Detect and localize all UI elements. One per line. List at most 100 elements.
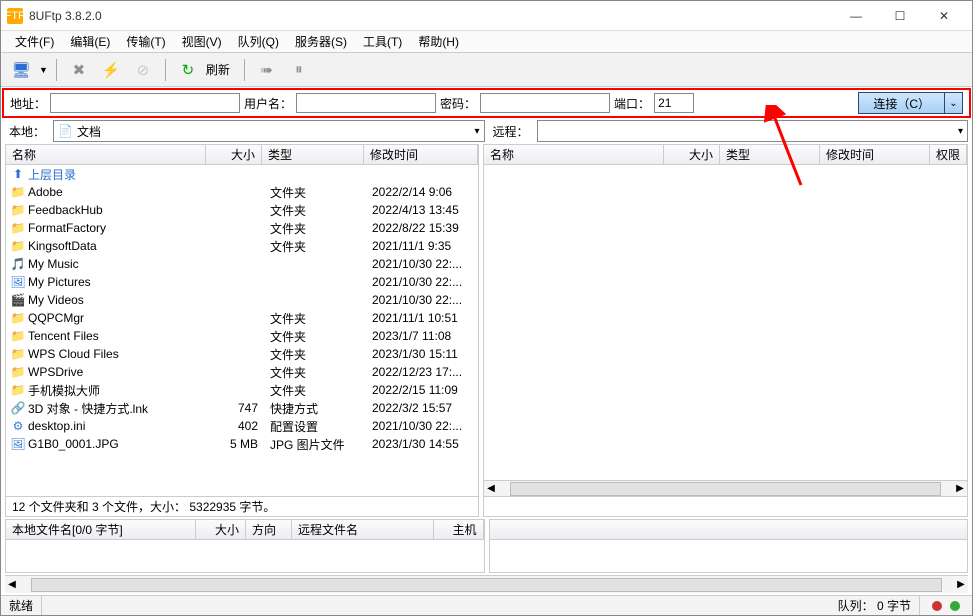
port-input[interactable]	[654, 93, 694, 113]
file-type: 文件夹	[264, 238, 366, 255]
scroll-right-icon[interactable]: ▶	[954, 579, 968, 590]
password-input[interactable]	[480, 93, 610, 113]
menu-edit[interactable]: 编辑(E)	[62, 31, 118, 52]
file-type: 文件夹	[264, 202, 366, 219]
titlebar: FTP 8UFtp 3.8.2.0 — ☐ ✕	[1, 1, 972, 31]
file-name: Tencent Files	[26, 329, 208, 343]
qcol-remotefile[interactable]: 远程文件名	[292, 520, 434, 539]
file-name: My Videos	[26, 293, 208, 307]
file-mod: 2023/1/30 15:11	[366, 347, 478, 361]
connect-button[interactable]: 连接（C）	[858, 92, 945, 114]
col-type[interactable]: 类型	[720, 145, 820, 164]
disconnect-icon[interactable]: ✖	[65, 56, 93, 84]
remote-hscroll[interactable]: ◀ ▶	[484, 480, 967, 496]
menu-queue[interactable]: 队列(Q)	[230, 31, 287, 52]
address-input[interactable]	[50, 93, 240, 113]
maximize-button[interactable]: ☐	[878, 2, 922, 30]
file-row[interactable]: 📁WPS Cloud Files文件夹2023/1/30 15:11	[6, 345, 478, 363]
col-mod[interactable]: 修改时间	[820, 145, 930, 164]
queue-body-right[interactable]	[490, 540, 968, 572]
file-row[interactable]: 🎬My Videos2021/10/30 22:...	[6, 291, 478, 309]
file-row[interactable]: 📁Adobe文件夹2022/2/14 9:06	[6, 183, 478, 201]
refresh-icon[interactable]: ↻	[174, 56, 202, 84]
file-row[interactable]: ⬆上层目录	[6, 165, 478, 183]
menu-help[interactable]: 帮助(H)	[410, 31, 467, 52]
file-row[interactable]: 🔗3D 对象 - 快捷方式.lnk747快捷方式2022/3/2 15:57	[6, 399, 478, 417]
file-icon: 📁	[10, 311, 26, 325]
remote-summary	[484, 496, 967, 516]
col-perm[interactable]: 权限	[930, 145, 967, 164]
file-icon: 📁	[10, 365, 26, 379]
sitemanager-icon[interactable]: 🖥	[7, 56, 35, 84]
col-size[interactable]: 大小	[206, 145, 262, 164]
connect-dropdown[interactable]: ⌄	[945, 92, 963, 114]
file-row[interactable]: 🖼My Pictures2021/10/30 22:...	[6, 273, 478, 291]
remote-site-select[interactable]: ▾	[537, 120, 968, 142]
minimize-button[interactable]: —	[834, 2, 878, 30]
queue-row: 本地文件名[0/0 字节] 大小 方向 远程文件名 主机	[1, 517, 972, 575]
scroll-right-icon[interactable]: ▶	[953, 483, 967, 494]
qcol-dir[interactable]: 方向	[246, 520, 292, 539]
file-name: Adobe	[26, 185, 208, 199]
abort-icon[interactable]: ⊘	[129, 56, 157, 84]
reconnect-icon[interactable]: ⚡	[97, 56, 125, 84]
file-row[interactable]: 📁WPSDrive文件夹2022/12/23 17:...	[6, 363, 478, 381]
menu-view[interactable]: 视图(V)	[174, 31, 230, 52]
file-row[interactable]: 📁Tencent Files文件夹2023/1/7 11:08	[6, 327, 478, 345]
file-row[interactable]: 🎵My Music2021/10/30 22:...	[6, 255, 478, 273]
col-type[interactable]: 类型	[262, 145, 364, 164]
username-label: 用户名：	[244, 95, 292, 112]
file-mod: 2021/10/30 22:...	[366, 257, 478, 271]
file-row[interactable]: 📁FeedbackHub文件夹2022/4/13 13:45	[6, 201, 478, 219]
remote-file-list[interactable]	[484, 165, 967, 480]
qcol-size[interactable]: 大小	[196, 520, 246, 539]
file-size: 402	[208, 419, 264, 433]
file-icon: 📁	[10, 185, 26, 199]
local-file-list[interactable]: ⬆上层目录📁Adobe文件夹2022/2/14 9:06📁FeedbackHub…	[6, 165, 478, 496]
file-name: WPS Cloud Files	[26, 347, 208, 361]
menu-tools[interactable]: 工具(T)	[355, 31, 410, 52]
scroll-track[interactable]	[510, 482, 941, 496]
col-name[interactable]: 名称	[484, 145, 664, 164]
col-name[interactable]: 名称	[6, 145, 206, 164]
queue-body-left[interactable]	[6, 540, 484, 572]
col-mod[interactable]: 修改时间	[364, 145, 478, 164]
file-icon: 📁	[10, 329, 26, 343]
scroll-left-icon[interactable]: ◀	[484, 483, 498, 494]
file-icon: 🖼	[10, 437, 26, 451]
queue-columns-right	[490, 520, 968, 540]
remote-site-label: 远程：	[489, 123, 533, 140]
file-row[interactable]: 📁QQPCMgr文件夹2021/11/1 10:51	[6, 309, 478, 327]
col-size[interactable]: 大小	[664, 145, 720, 164]
qcol-localfile[interactable]: 本地文件名[0/0 字节]	[6, 520, 196, 539]
username-input[interactable]	[296, 93, 436, 113]
file-type: 配置设置	[264, 418, 366, 435]
queue-pause-icon[interactable]: ⏸	[285, 56, 313, 84]
local-site-select[interactable]: 📄 文档 ▾	[53, 120, 484, 142]
scroll-left-icon[interactable]: ◀	[5, 579, 19, 590]
refresh-label[interactable]: 刷新	[206, 61, 236, 78]
file-row[interactable]: 📁手机模拟大师文件夹2022/2/15 11:09	[6, 381, 478, 399]
menu-file[interactable]: 文件(F)	[7, 31, 62, 52]
statusbar: 就绪 队列： 0 字节	[1, 595, 972, 615]
file-row[interactable]: 📁FormatFactory文件夹2022/8/22 15:39	[6, 219, 478, 237]
log-hscroll[interactable]: ◀ ▶	[5, 575, 968, 593]
file-mod: 2021/10/30 22:...	[366, 419, 478, 433]
close-button[interactable]: ✕	[922, 2, 966, 30]
menu-transfer[interactable]: 传输(T)	[118, 31, 173, 52]
file-icon: 📁	[10, 239, 26, 253]
menu-server[interactable]: 服务器(S)	[287, 31, 355, 52]
file-icon: 🔗	[10, 401, 26, 415]
queue-process-icon[interactable]: ➠	[253, 56, 281, 84]
scroll-track[interactable]	[31, 578, 942, 592]
window-title: 8UFtp 3.8.2.0	[29, 9, 834, 23]
queue-pane-right	[489, 519, 969, 573]
file-row[interactable]: ⚙desktop.ini402配置设置2021/10/30 22:...	[6, 417, 478, 435]
file-row[interactable]: 📁KingsoftData文件夹2021/11/1 9:35	[6, 237, 478, 255]
queue-pane-left: 本地文件名[0/0 字节] 大小 方向 远程文件名 主机	[5, 519, 485, 573]
qcol-host[interactable]: 主机	[434, 520, 484, 539]
file-type: 文件夹	[264, 364, 366, 381]
file-row[interactable]: 🖼G1B0_0001.JPG5 MBJPG 图片文件2023/1/30 14:5…	[6, 435, 478, 453]
led-red-icon	[932, 601, 942, 611]
file-name: KingsoftData	[26, 239, 208, 253]
